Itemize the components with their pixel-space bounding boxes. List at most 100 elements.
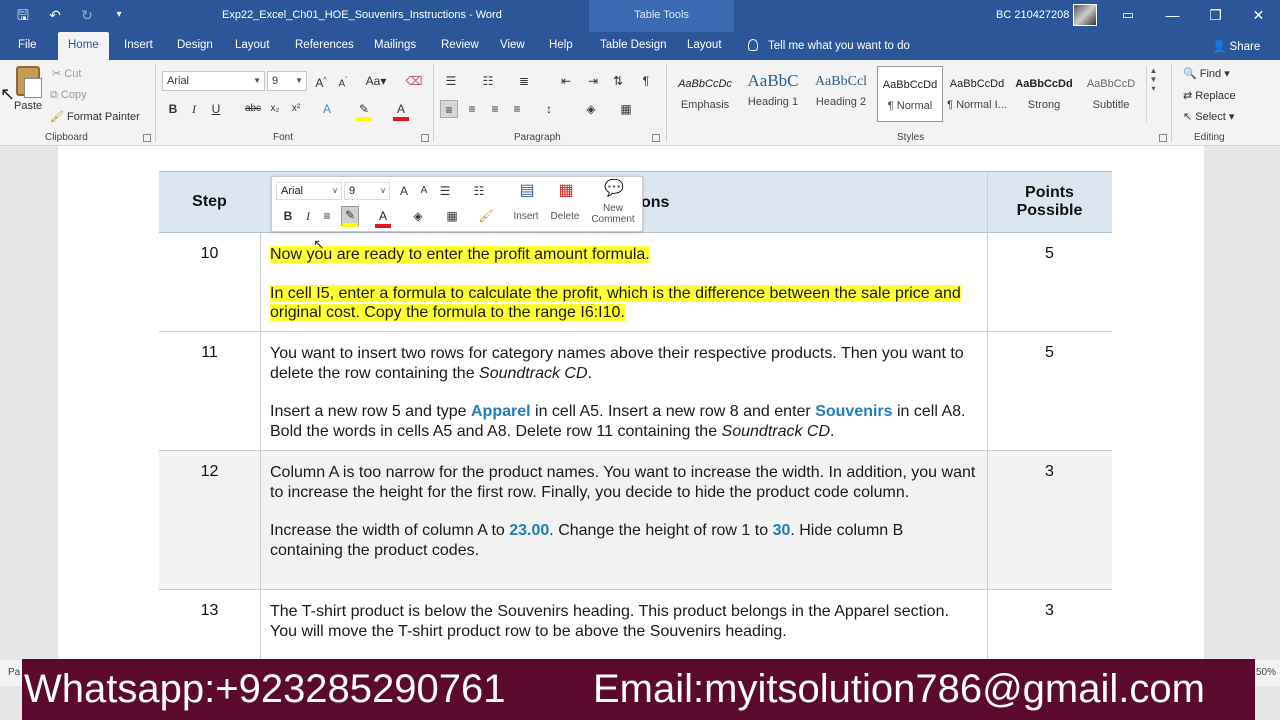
italic-icon[interactable]: I [185, 100, 203, 118]
style-subtitle[interactable]: AaBbCcD Subtitle [1078, 66, 1144, 122]
subscript-icon[interactable]: x₂ [266, 100, 284, 118]
style-normal[interactable]: AaBbCcDd ¶ Normal [877, 66, 943, 122]
style-heading-1[interactable]: AaBbC Heading 1 [740, 66, 806, 122]
row-points: 3 [1045, 463, 1054, 480]
multilevel-list-icon[interactable]: ≣ [515, 72, 533, 90]
tab-mailings[interactable]: Mailings [374, 39, 416, 51]
style-heading-2[interactable]: AaBbCcl Heading 2 [808, 66, 874, 122]
increase-indent-icon[interactable]: ⇥ [584, 72, 602, 90]
tab-insert[interactable]: Insert [124, 39, 153, 51]
person-icon: 👤 [1212, 41, 1227, 53]
maximize-icon[interactable]: ❐ [1194, 0, 1237, 30]
font-name-combo[interactable]: Arial ▼ [162, 71, 265, 91]
row-instructions[interactable]: Now you are ready to enter the profit am… [270, 245, 980, 323]
font-size-combo[interactable]: 9 ▼ [267, 71, 307, 91]
bold-icon[interactable]: B [164, 100, 182, 118]
header-points: Points Possible [987, 184, 1112, 220]
mini-new-comment-button[interactable]: 💬 New Comment [587, 179, 639, 229]
paragraph-launcher-icon[interactable] [652, 134, 660, 142]
font-color-icon[interactable]: A [375, 208, 391, 224]
center-icon[interactable]: ≡ [319, 208, 335, 224]
italic-icon[interactable]: I [300, 208, 316, 224]
style-emphasis[interactable]: AaBbCcDc Emphasis [672, 66, 738, 122]
align-left-icon[interactable]: ≡ [440, 100, 458, 118]
avatar[interactable] [1073, 4, 1097, 26]
styles-launcher-icon[interactable] [1159, 134, 1167, 142]
grow-font-icon[interactable]: A [396, 183, 412, 199]
style-strong[interactable]: AaBbCcDd Strong [1011, 66, 1077, 122]
shading-icon[interactable]: ◈ [410, 208, 426, 224]
decrease-indent-icon[interactable]: ⇤ [557, 72, 575, 90]
close-icon[interactable]: ✕ [1237, 0, 1280, 30]
column-divider [260, 233, 261, 660]
find-button[interactable]: 🔍 Find ▾ [1183, 67, 1230, 80]
tab-home[interactable]: Home [58, 32, 109, 60]
bold-icon[interactable]: B [280, 208, 296, 224]
mini-size-combo[interactable]: 9 ∨ [344, 182, 390, 200]
justify-icon[interactable]: ≡ [508, 100, 526, 118]
row-instructions[interactable]: The T-shirt product is below the Souveni… [270, 602, 980, 641]
tab-table-design[interactable]: Table Design [600, 39, 666, 51]
mini-font-combo[interactable]: Arial ∨ [276, 182, 342, 200]
sort-icon[interactable]: ⇅ [609, 72, 627, 90]
paste-button[interactable]: Paste [14, 100, 42, 112]
shading-icon[interactable]: ◈ [582, 100, 600, 118]
mini-delete-button[interactable]: ▦ Delete [547, 181, 583, 229]
borders-icon[interactable]: ▦ [617, 100, 635, 118]
numbering-icon[interactable]: ☷ [479, 72, 497, 90]
tab-table-layout[interactable]: Layout [687, 39, 722, 51]
save-icon[interactable]: 🖫 [14, 6, 32, 24]
grow-font-icon[interactable]: A^ [312, 72, 330, 90]
status-zoom[interactable]: 50% [1256, 667, 1276, 678]
shrink-font-icon[interactable]: A [416, 183, 432, 199]
row-instructions[interactable]: Column A is too narrow for the product n… [270, 463, 980, 560]
align-right-icon[interactable]: ≡ [486, 100, 504, 118]
replace-button[interactable]: ⇄ Replace [1183, 89, 1236, 102]
borders-icon[interactable]: ▦ [444, 208, 460, 224]
ribbon-display-options-icon[interactable]: ▭ [1118, 5, 1138, 25]
share-button[interactable]: 👤 Share [1212, 39, 1260, 53]
line-spacing-icon[interactable]: ↕ [540, 100, 558, 118]
format-painter-icon[interactable]: 🖌 [478, 208, 494, 224]
tab-design[interactable]: Design [177, 39, 213, 51]
clipboard-launcher-icon[interactable] [143, 134, 151, 142]
format-painter-button[interactable]: 🖌 Format Painter [50, 110, 140, 123]
numbering-icon[interactable]: ☷ [471, 183, 487, 199]
align-center-icon[interactable]: ≡ [463, 100, 481, 118]
highlight-icon[interactable]: ✎ [355, 100, 373, 118]
change-case-icon[interactable]: Aa▾ [362, 72, 390, 90]
style-normal-indent[interactable]: AaBbCcDd ¶ Normal I... [944, 66, 1010, 122]
mini-insert-button[interactable]: ▤ Insert [510, 181, 542, 229]
bullets-icon[interactable]: ☰ [442, 72, 460, 90]
account-name[interactable]: BC 210427208 [996, 9, 1069, 21]
tell-me-search[interactable]: Tell me what you want to do [748, 39, 910, 52]
clear-formatting-icon[interactable]: ⌫ [405, 72, 423, 90]
pilcrow-icon[interactable]: ¶ [637, 72, 655, 90]
font-color-icon[interactable]: A [392, 100, 410, 118]
bullets-icon[interactable]: ☰ [437, 183, 453, 199]
undo-icon[interactable]: ↶ [46, 6, 64, 24]
table-insert-icon: ▤ [519, 182, 535, 199]
text-effects-icon[interactable]: A [318, 100, 336, 118]
tab-view[interactable]: View [500, 39, 525, 51]
cut-button[interactable]: ✂ Cut [52, 67, 81, 80]
tab-references[interactable]: References [295, 39, 354, 51]
underline-icon[interactable]: U [207, 100, 225, 118]
minimize-icon[interactable]: — [1151, 0, 1194, 30]
tab-file[interactable]: File [18, 39, 37, 51]
superscript-icon[interactable]: x² [287, 100, 305, 118]
tab-layout[interactable]: Layout [235, 39, 270, 51]
shrink-font-icon[interactable]: Aˇ [334, 72, 352, 90]
customize-qat-icon[interactable]: ▾ [110, 6, 128, 24]
select-button[interactable]: ↖ Select ▾ [1183, 110, 1234, 123]
tab-review[interactable]: Review [441, 39, 479, 51]
copy-button[interactable]: ⧉ Copy [50, 89, 87, 102]
styles-scroll[interactable]: ▲ ▼ ▾ [1146, 66, 1160, 122]
mini-font-value: Arial [281, 185, 304, 197]
paste-icon[interactable] [16, 66, 42, 98]
tab-help[interactable]: Help [549, 39, 573, 51]
redo-icon[interactable]: ↻ [78, 6, 96, 24]
font-launcher-icon[interactable] [421, 134, 429, 142]
strikethrough-icon[interactable]: abc [244, 100, 262, 118]
row-instructions[interactable]: You want to insert two rows for category… [270, 344, 980, 441]
